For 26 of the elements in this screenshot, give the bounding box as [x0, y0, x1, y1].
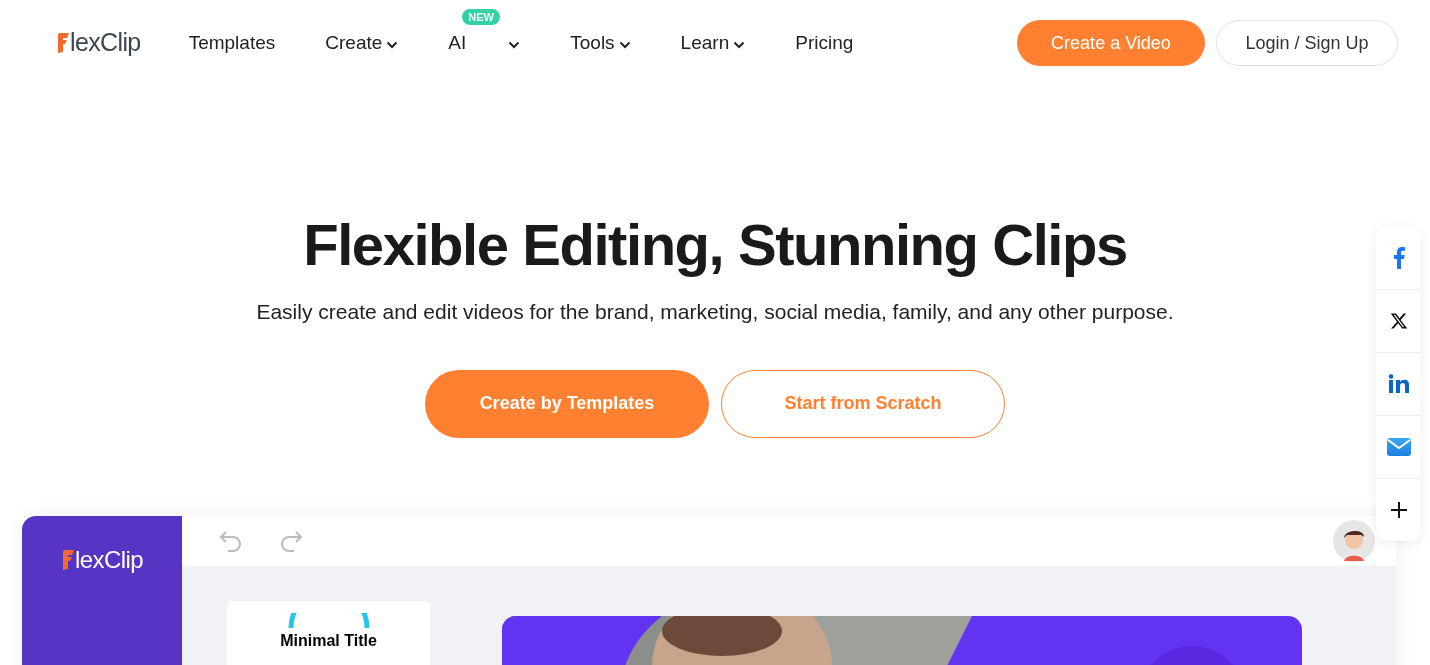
- nav-link[interactable]: Learn: [680, 28, 730, 58]
- logo-text[interactable]: lexClip: [70, 24, 141, 62]
- nav-link[interactable]: Templates: [188, 28, 276, 58]
- chevron-down-icon: [386, 41, 399, 49]
- chevron-down-icon: [733, 41, 746, 49]
- linkedin-icon: [1387, 374, 1410, 394]
- logo-text: lexClip: [75, 545, 143, 575]
- logo-icon: [56, 32, 70, 54]
- chevron-down-icon: [618, 41, 631, 49]
- template-card[interactable]: Minimal Title: [227, 601, 430, 665]
- facebook-icon: [1392, 246, 1405, 269]
- x-icon: [1389, 312, 1408, 330]
- card-title: Minimal Title: [280, 631, 377, 651]
- new-badge: NEW: [462, 8, 500, 25]
- arc-icon: [286, 613, 371, 629]
- nav-link[interactable]: Create: [325, 28, 383, 58]
- nav-link[interactable]: Tools: [570, 28, 615, 58]
- mail-icon: [1386, 438, 1411, 456]
- nav-link[interactable]: AI: [448, 28, 467, 58]
- logo-icon: [61, 549, 76, 571]
- chevron-down-icon: [508, 41, 521, 49]
- nav-link[interactable]: Pricing: [795, 28, 854, 58]
- hero-title: Flexible Editing, Stunning Clips: [303, 211, 1127, 279]
- plus-icon: [1390, 502, 1407, 518]
- hero-subtitle: Easily create and edit videos for the brand, marketing, social media, family, and any other purpose.: [256, 299, 1174, 325]
- avatar-icon[interactable]: [1333, 520, 1375, 562]
